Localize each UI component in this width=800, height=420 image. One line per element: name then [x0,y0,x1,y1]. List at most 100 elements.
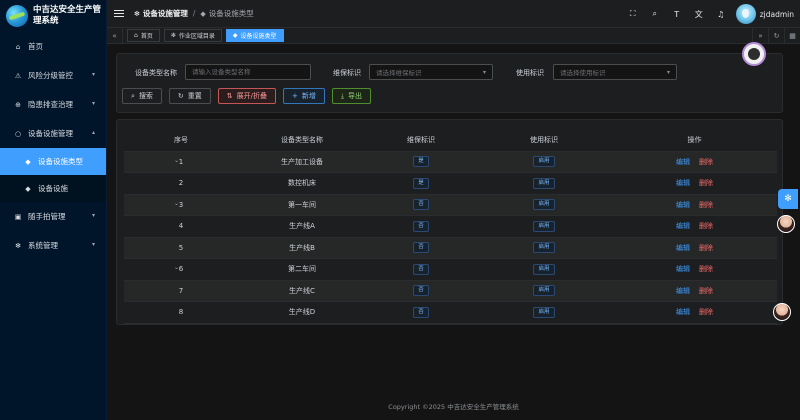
edit-link[interactable]: 编辑 [676,179,690,187]
tab-equipment-type[interactable]: ◆ 设备设施类型 [225,29,284,42]
maint-select[interactable]: 请选择维保标识 ▾ [369,64,493,80]
settings-icon: ○ [14,129,22,138]
expand-chevron-icon[interactable]: ⌄ [174,200,179,207]
cell-usage: 启用 [476,285,612,297]
export-button[interactable]: ⤓ 导出 [331,88,372,104]
button-label: 展开/折叠 [236,92,268,100]
sidebar-item-hazard[interactable]: ⊕ 隐患排查治理 ▾ [0,90,106,119]
sidebar: 中吉达安全生产管理系统 ⌂ 首页 ⚠ 风险分级管控 ▾ ⊕ 隐患排查治理 ▾ ○… [0,0,107,420]
table-row: ⌄ 1 生产加工设备 是 启用 编辑 删除 [124,151,777,173]
edit-link[interactable]: 编辑 [676,158,690,166]
top-header: ✻ 设备设施管理 / ◆ 设备设施类型 ⛶ ⌕ T 文 ♫ zjdadmin [107,0,800,28]
settings-icon: ✻ [134,9,140,18]
sidebar-item-equipment-list[interactable]: ◆ 设备设施 [0,175,106,202]
sidebar-item-equipment-type[interactable]: ◆ 设备设施类型 [0,148,106,175]
search-button[interactable]: ⌕ 搜索 [122,88,162,104]
refresh-icon[interactable]: ↻ [768,28,784,44]
support-avatar-icon[interactable] [777,215,795,233]
delete-link[interactable]: 删除 [699,158,713,166]
cell-no: 8 [178,308,184,317]
delete-link[interactable]: 删除 [699,265,713,273]
tab-home[interactable]: ⌂ 首页 [127,29,160,42]
edit-link[interactable]: 编辑 [676,308,690,316]
search-form-row: 设备类型名称 维保标识 请选择维保标识 ▾ 使用标识 请选择使用标识 ▾ [117,64,782,80]
delete-link[interactable]: 删除 [699,179,713,187]
usage-label: 使用标识 [516,69,544,77]
delete-link[interactable]: 删除 [699,308,713,316]
chevron-down-icon: ▾ [91,100,95,107]
cell-actions: 编辑 删除 [612,178,777,188]
breadcrumb-separator: / [192,9,196,18]
edit-link[interactable]: 编辑 [676,244,690,252]
maint-select-placeholder: 请选择维保标识 [376,69,422,77]
maint-tag: 是 [413,156,429,168]
edit-link[interactable]: 编辑 [676,222,690,230]
translate-icon[interactable]: 文 [693,9,704,20]
cell-usage: 启用 [476,156,612,168]
maint-tag: 否 [413,199,429,211]
cell-name: 生产线B [289,243,315,252]
tabs-bar: « ⌂ 首页 ✻ 作业区域目录 ◆ 设备设施类型 » ↻ ▦ [107,27,800,44]
cell-usage: 启用 [476,220,612,232]
chevron-down-icon: ▾ [482,69,486,76]
cell-maint: 否 [366,263,476,275]
sidebar-item-label: 风险分级管控 [28,71,73,80]
edit-link[interactable]: 编辑 [676,287,690,295]
delete-link[interactable]: 删除 [699,201,713,209]
add-button[interactable]: + 新增 [283,88,325,104]
sidebar-item-snapshot[interactable]: ▣ 随手拍管理 ▾ [0,202,106,231]
usage-tag: 启用 [533,306,555,318]
bell-icon[interactable]: ♫ [715,9,726,20]
delete-link[interactable]: 删除 [699,222,713,230]
avatar[interactable] [735,4,756,24]
search-icon[interactable]: ⌕ [649,9,660,20]
reset-button[interactable]: ↻ 重置 [168,88,211,104]
table-panel: 序号 设备类型名称 维保标识 使用标识 操作 ⌄ 1 生产加工设备 是 启用 编辑… [116,119,783,325]
breadcrumb-item[interactable]: 设备设施管理 [143,8,188,19]
column-header: 维保标识 [407,136,435,145]
button-label: 导出 [348,92,363,100]
grid-icon[interactable]: ▦ [784,28,800,44]
menu-toggle-icon[interactable] [114,9,124,18]
sidebar-item-label: 首页 [28,42,43,51]
table-row: 2 数控机床 是 启用 编辑 删除 [124,173,777,195]
theme-settings-icon[interactable]: ✻ [778,189,798,209]
type-name-input[interactable] [185,64,311,80]
sidebar-item-home[interactable]: ⌂ 首页 [0,32,106,61]
maint-tag: 否 [413,306,429,318]
usage-select[interactable]: 请选择使用标识 ▾ [553,64,677,80]
settings-icon: ✻ [170,32,176,39]
cell-actions: 编辑 删除 [612,243,777,253]
sidebar-item-equipment[interactable]: ○ 设备设施管理 ▴ [0,119,106,148]
maint-tag: 是 [413,177,429,189]
cell-maint: 否 [366,285,476,297]
cell-usage: 启用 [476,263,612,275]
sidebar-item-system[interactable]: ✻ 系统管理 ▾ [0,231,106,260]
type-name-label: 设备类型名称 [135,69,177,77]
warning-icon: ⚠ [14,71,22,80]
font-size-icon[interactable]: T [671,9,682,20]
sidebar-item-label: 设备设施管理 [28,129,73,138]
assistant-robot-icon[interactable] [742,42,766,66]
download-icon: ⤓ [340,91,345,100]
tab-label: 设备设施类型 [240,33,277,40]
username[interactable]: zjdadmin [760,10,794,19]
chat-avatar-icon[interactable] [773,303,791,321]
sidebar-item-risk[interactable]: ⚠ 风险分级管控 ▾ [0,61,106,90]
fullscreen-icon[interactable]: ⛶ [627,9,638,20]
expand-collapse-button[interactable]: ⇅ 展开/折叠 [217,88,277,104]
cell-no: 5 [178,243,184,252]
cell-usage: 启用 [476,242,612,254]
edit-link[interactable]: 编辑 [676,201,690,209]
delete-link[interactable]: 删除 [699,287,713,295]
home-icon: ⌂ [15,42,21,51]
plus-icon: + [292,92,298,100]
cell-name: 生产线C [289,286,315,295]
tab-work-area[interactable]: ✻ 作业区域目录 [163,29,222,42]
delete-link[interactable]: 删除 [699,244,713,252]
expand-chevron-icon[interactable]: ⌄ [174,157,179,164]
edit-link[interactable]: 编辑 [676,265,690,273]
expand-chevron-icon[interactable]: ⌄ [174,264,179,271]
sidebar-item-label: 系统管理 [28,241,58,250]
tabs-scroll-left-icon[interactable]: « [107,27,123,44]
